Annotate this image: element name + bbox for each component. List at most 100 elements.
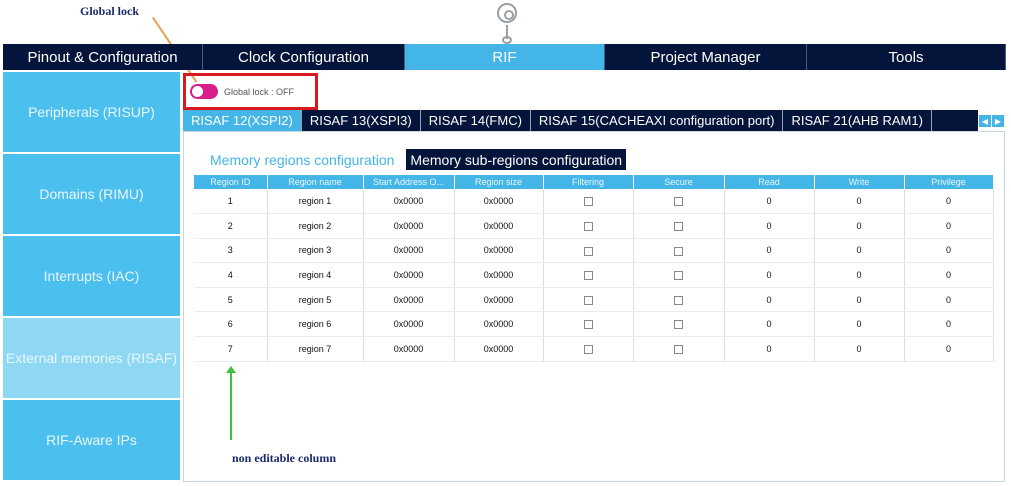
filtering-checkbox[interactable]	[583, 295, 593, 305]
filtering-checkbox[interactable]	[583, 246, 593, 256]
cell-filtering	[543, 213, 634, 239]
cell-write[interactable]: 0	[814, 238, 905, 264]
cell-read[interactable]: 0	[724, 287, 815, 313]
cell-write[interactable]: 0	[814, 336, 905, 362]
sidebar-item-rif-aware-ips[interactable]: RIF-Aware IPs	[3, 400, 180, 480]
global-lock-highlight: Global lock : OFF	[183, 73, 318, 110]
cell-secure	[633, 262, 725, 288]
tab-project-manager[interactable]: Project Manager	[605, 44, 807, 70]
col-filtering: Filtering	[543, 175, 634, 189]
table-row: 6 region 6 0x0000 0x0000 0 0 0	[194, 311, 994, 338]
filtering-checkbox[interactable]	[583, 221, 593, 231]
cell-region-name[interactable]: region 4	[267, 262, 364, 288]
col-start-address: Start Address O...	[363, 175, 455, 189]
cell-start-address[interactable]: 0x0000	[363, 189, 455, 215]
cell-region-size[interactable]: 0x0000	[454, 213, 544, 239]
non-editable-annotation: non editable column	[232, 451, 337, 465]
filtering-checkbox[interactable]	[583, 197, 593, 207]
table-row: 4 region 4 0x0000 0x0000 0 0 0	[194, 262, 994, 288]
cell-region-size[interactable]: 0x0000	[454, 287, 544, 313]
cell-privilege[interactable]: 0	[904, 262, 994, 288]
cell-start-address[interactable]: 0x0000	[363, 238, 455, 264]
sidebar-item-domains[interactable]: Domains (RIMU)	[3, 154, 180, 234]
cell-start-address[interactable]: 0x0000	[363, 262, 455, 288]
sidebar-item-peripherals[interactable]: Peripherals (RISUP)	[3, 72, 180, 152]
cell-region-size[interactable]: 0x0000	[454, 336, 544, 362]
cell-privilege[interactable]: 0	[904, 238, 994, 264]
non-editable-arrow	[226, 366, 236, 440]
cell-privilege[interactable]: 0	[904, 213, 994, 239]
cell-privilege[interactable]: 0	[904, 189, 994, 215]
cell-region-size[interactable]: 0x0000	[454, 238, 544, 264]
cell-privilege[interactable]: 0	[904, 336, 994, 362]
secure-checkbox[interactable]	[674, 246, 683, 256]
col-privilege: Privilege	[904, 175, 994, 189]
cell-read[interactable]: 0	[724, 311, 815, 338]
cell-filtering	[543, 189, 634, 215]
filtering-checkbox[interactable]	[583, 320, 593, 330]
filtering-checkbox[interactable]	[583, 271, 593, 281]
cell-region-id: 1	[194, 189, 268, 215]
sidebar-item-external-memories[interactable]: External memories (RISAF)	[3, 318, 180, 398]
cell-region-name[interactable]: region 3	[267, 238, 364, 264]
sidebar-item-interrupts[interactable]: Interrupts (IAC)	[3, 236, 180, 316]
cell-start-address[interactable]: 0x0000	[363, 336, 455, 362]
tab-risaf-15[interactable]: RISAF 15(CACHEAXI configuration port)	[531, 110, 784, 131]
cell-region-name[interactable]: region 2	[267, 213, 364, 239]
cell-read[interactable]: 0	[724, 262, 815, 288]
cell-privilege[interactable]: 0	[904, 311, 994, 338]
secure-checkbox[interactable]	[674, 197, 683, 207]
secure-checkbox[interactable]	[674, 295, 683, 305]
cell-write[interactable]: 0	[814, 189, 905, 215]
tab-tools[interactable]: Tools	[807, 44, 1006, 70]
table-header-row: Region ID Region name Start Address O...…	[194, 175, 994, 189]
cell-region-size[interactable]: 0x0000	[454, 311, 544, 338]
gear-icon[interactable]	[497, 3, 517, 23]
sub-tab-bar: Memory regions configuration Memory sub-…	[194, 149, 627, 170]
risaf-tab-bar: RISAF 12(XSPI2) RISAF 13(XSPI3) RISAF 14…	[183, 110, 978, 131]
cell-secure	[633, 287, 725, 313]
cell-secure	[633, 213, 725, 239]
cell-start-address[interactable]: 0x0000	[363, 213, 455, 239]
tab-memory-sub-regions[interactable]: Memory sub-regions configuration	[406, 149, 627, 170]
tab-rif[interactable]: RIF	[405, 44, 605, 70]
cell-region-size[interactable]: 0x0000	[454, 189, 544, 215]
tab-clock-configuration[interactable]: Clock Configuration	[203, 44, 405, 70]
global-lock-toggle[interactable]	[190, 84, 218, 99]
tab-risaf-12[interactable]: RISAF 12(XSPI2)	[183, 110, 302, 131]
cell-read[interactable]: 0	[724, 336, 815, 362]
chevron-right-icon[interactable]: ▶	[992, 115, 1004, 127]
cell-region-name[interactable]: region 6	[267, 311, 364, 338]
cell-region-name[interactable]: region 7	[267, 336, 364, 362]
secure-checkbox[interactable]	[674, 344, 683, 354]
cell-start-address[interactable]: 0x0000	[363, 311, 455, 338]
col-region-size: Region size	[454, 175, 544, 189]
tab-risaf-13[interactable]: RISAF 13(XSPI3)	[302, 110, 421, 131]
secure-checkbox[interactable]	[674, 221, 683, 231]
global-lock-annotation: Global lock	[80, 4, 140, 18]
cell-read[interactable]: 0	[724, 238, 815, 264]
col-region-id: Region ID	[194, 175, 268, 189]
tab-memory-regions[interactable]: Memory regions configuration	[194, 149, 407, 170]
cell-privilege[interactable]: 0	[904, 287, 994, 313]
tab-risaf-14[interactable]: RISAF 14(FMC)	[421, 110, 531, 131]
tab-pinout-configuration[interactable]: Pinout & Configuration	[3, 44, 203, 70]
cell-write[interactable]: 0	[814, 311, 905, 338]
cell-read[interactable]: 0	[724, 189, 815, 215]
cell-region-size[interactable]: 0x0000	[454, 262, 544, 288]
filtering-checkbox[interactable]	[583, 344, 593, 354]
col-region-name: Region name	[267, 175, 364, 189]
cell-region-name[interactable]: region 1	[267, 189, 364, 215]
cell-filtering	[543, 311, 634, 338]
cell-read[interactable]: 0	[724, 213, 815, 239]
tab-risaf-21[interactable]: RISAF 21(AHB RAM1)	[783, 110, 932, 131]
gear-link-icon	[502, 36, 512, 44]
cell-start-address[interactable]: 0x0000	[363, 287, 455, 313]
cell-write[interactable]: 0	[814, 213, 905, 239]
cell-write[interactable]: 0	[814, 287, 905, 313]
secure-checkbox[interactable]	[674, 320, 683, 330]
chevron-left-icon[interactable]: ◀	[979, 115, 991, 127]
cell-write[interactable]: 0	[814, 262, 905, 288]
secure-checkbox[interactable]	[674, 271, 683, 281]
cell-region-name[interactable]: region 5	[267, 287, 364, 313]
